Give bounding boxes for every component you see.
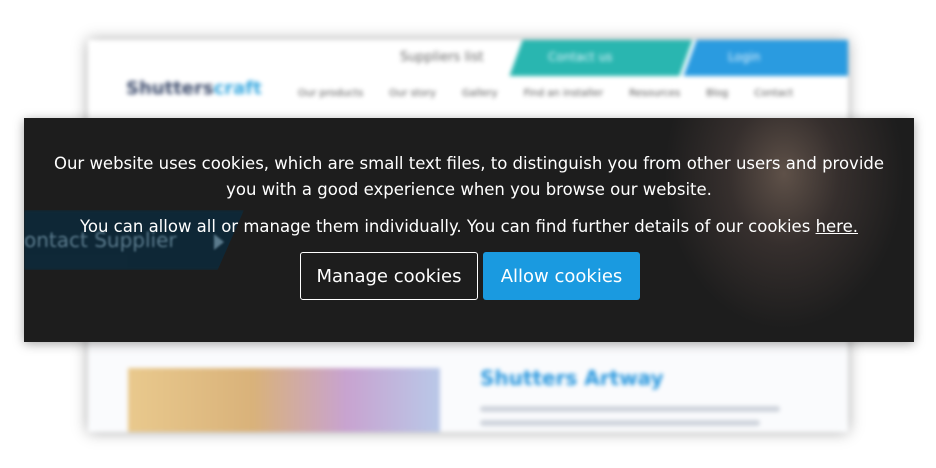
cookie-message-line1: Our website uses cookies, which are smal…: [54, 154, 884, 173]
article-image: [128, 368, 440, 432]
logo-main-text: Shutters: [126, 78, 214, 99]
cookie-message-line2: you with a good experience when you brow…: [226, 180, 712, 199]
contact-tab-label: Contact us: [548, 50, 612, 64]
cookie-manage-message: You can allow all or manage them individ…: [24, 214, 914, 240]
cookie-message: Our website uses cookies, which are smal…: [24, 151, 914, 203]
nav-item: Resources: [629, 88, 680, 99]
article-text: [480, 406, 800, 432]
main-nav: Our products Our story Gallery Find an i…: [298, 88, 793, 99]
cookie-banner: ontact Supplier Our website uses cookies…: [24, 118, 914, 342]
manage-cookies-button[interactable]: Manage cookies: [300, 252, 478, 300]
suppliers-link: Suppliers list: [400, 50, 484, 65]
nav-item: Find an installer: [524, 88, 604, 99]
nav-item: Contact: [754, 88, 793, 99]
logo-accent-text: craft: [214, 78, 262, 99]
site-logo: Shutterscraft: [126, 78, 262, 99]
nav-item: Our story: [389, 88, 436, 99]
nav-item: Blog: [706, 88, 728, 99]
cookie-manage-text: You can allow all or manage them individ…: [80, 217, 816, 236]
article-title: Shutters Artway: [480, 366, 664, 390]
cookie-details-link[interactable]: here.: [816, 217, 858, 236]
nav-item: Gallery: [462, 88, 498, 99]
allow-cookies-button[interactable]: Allow cookies: [483, 252, 640, 300]
login-tab: [683, 40, 848, 76]
nav-item: Our products: [298, 88, 363, 99]
login-tab-label: Login: [728, 50, 760, 64]
